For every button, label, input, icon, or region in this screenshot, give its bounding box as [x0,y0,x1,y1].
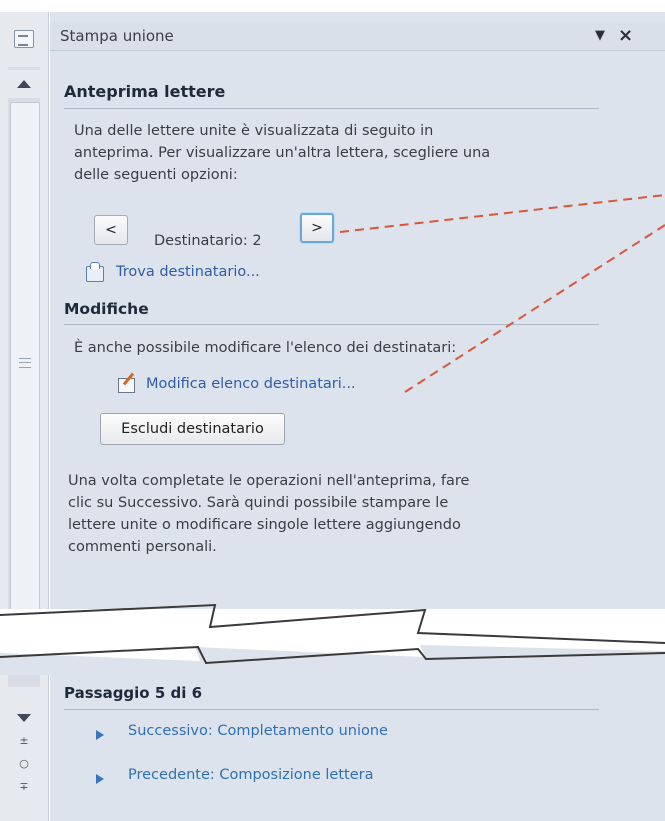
changes-heading: Modifiche [64,300,149,318]
edit-recipient-list-link[interactable]: Modifica elenco destinatari... [146,376,356,392]
changes-outro-line: Una volta completate le operazioni nell'… [68,473,470,489]
close-icon[interactable]: × [618,25,633,46]
triangle-up-icon [17,80,31,88]
step-indicator: Passaggio 5 di 6 [64,684,203,702]
divider [64,324,599,325]
browse-next-icon[interactable]: ∓ [14,780,34,794]
pane-header: Stampa unione ▼ × [50,22,665,51]
triangle-down-icon [17,714,31,722]
page-break-tear [0,603,665,675]
preview-text-line: Una delle lettere unite è visualizzata d… [74,123,434,139]
recipient-counter: Destinatario: 2 [154,233,262,249]
scroll-down-button[interactable] [8,704,40,732]
changes-outro-line: lettere unite o modificare singole lette… [68,517,461,533]
pane-toggle-icon[interactable] [14,30,34,48]
preview-heading: Anteprima lettere [64,82,226,101]
scrollbar-thumb[interactable] [10,102,40,624]
previous-recipient-button[interactable]: < [94,215,128,245]
pane-title: Stampa unione [60,27,174,45]
divider [64,108,599,109]
browse-object-icon[interactable]: ○ [14,757,34,771]
divider [64,709,599,710]
changes-intro: È anche possibile modificare l'elenco de… [74,340,457,356]
changes-outro-line: commenti personali. [68,539,217,555]
preview-text-line: anteprima. Per visualizzare un'altra let… [74,145,491,161]
exclude-recipient-button[interactable]: Escludi destinatario [100,413,285,445]
arrow-left-icon [96,774,104,784]
grip-icon [19,358,31,368]
find-recipient-icon [86,262,104,282]
scroll-up-button[interactable] [8,70,40,98]
browse-previous-icon[interactable]: ± [14,734,34,748]
pane-options-icon[interactable]: ▼ [595,28,605,43]
mail-merge-pane: Stampa unione ▼ × Anteprima lettere Una … [50,12,665,821]
previous-step-link[interactable]: Precedente: Composizione lettera [128,767,373,783]
next-step-link[interactable]: Successivo: Completamento unione [128,723,388,739]
find-recipient-link[interactable]: Trova destinatario... [116,264,260,280]
changes-outro-line: clic su Successivo. Sarà quindi possibil… [68,495,449,511]
side-scroll-strip: ± ○ ∓ [0,12,49,821]
next-recipient-button[interactable]: > [300,213,334,243]
arrow-right-icon [96,730,104,740]
preview-text-line: delle seguenti opzioni: [74,167,238,183]
edit-list-icon [118,378,135,393]
